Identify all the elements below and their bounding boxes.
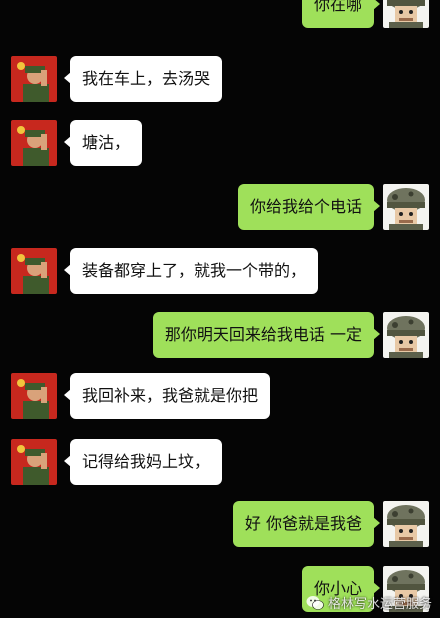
soldier-saluting-avatar-icon[interactable] bbox=[11, 439, 57, 485]
message-text: 你给我给个电话 bbox=[249, 197, 362, 216]
wechat-icon bbox=[306, 595, 324, 610]
soldier-saluting-avatar-icon[interactable] bbox=[11, 56, 57, 102]
outgoing-message-bubble[interactable]: 你在哪 bbox=[301, 0, 381, 28]
message-text: 那你明天回来给我电话 一定 bbox=[164, 325, 362, 344]
watermark-text: 格林写水运营服务 bbox=[327, 597, 432, 612]
incoming-message-bubble[interactable]: 装备都穿上了，就我一个带的， bbox=[63, 248, 319, 294]
message-text: 装备都穿上了，就我一个带的， bbox=[82, 261, 307, 280]
chat-conversation: 你在哪 我在车上，去汤哭 塘沽， 你给我给个电话 装备都穿上了，就我一个带的， … bbox=[0, 0, 440, 618]
incoming-message-bubble[interactable]: 记得给我妈上坟， bbox=[63, 439, 223, 485]
incoming-message-bubble[interactable]: 我回补来，我爸就是你把 bbox=[63, 373, 271, 419]
soldier-saluting-avatar-icon[interactable] bbox=[11, 120, 57, 166]
outgoing-message-bubble[interactable]: 你给我给个电话 bbox=[237, 184, 381, 230]
cartoon-soldier-avatar-icon[interactable] bbox=[383, 0, 429, 28]
incoming-message-bubble[interactable]: 塘沽， bbox=[63, 120, 143, 166]
cartoon-soldier-avatar-icon[interactable] bbox=[383, 312, 429, 358]
cartoon-soldier-avatar-icon[interactable] bbox=[383, 501, 429, 547]
soldier-saluting-avatar-icon[interactable] bbox=[11, 248, 57, 294]
outgoing-message-bubble[interactable]: 那你明天回来给我电话 一定 bbox=[152, 312, 381, 358]
watermark: 格林写水运营服务 bbox=[306, 593, 432, 612]
message-text: 我回补来，我爸就是你把 bbox=[82, 386, 259, 405]
outgoing-message-bubble[interactable]: 好 你爸就是我爸 bbox=[232, 501, 381, 547]
message-text: 你在哪 bbox=[313, 0, 362, 14]
soldier-saluting-avatar-icon[interactable] bbox=[11, 373, 57, 419]
message-text: 记得给我妈上坟， bbox=[82, 452, 211, 471]
message-text: 好 你爸就是我爸 bbox=[244, 514, 362, 533]
incoming-message-bubble[interactable]: 我在车上，去汤哭 bbox=[63, 56, 223, 102]
message-text: 塘沽， bbox=[82, 133, 131, 152]
message-text: 我在车上，去汤哭 bbox=[82, 69, 211, 88]
cartoon-soldier-avatar-icon[interactable] bbox=[383, 184, 429, 230]
